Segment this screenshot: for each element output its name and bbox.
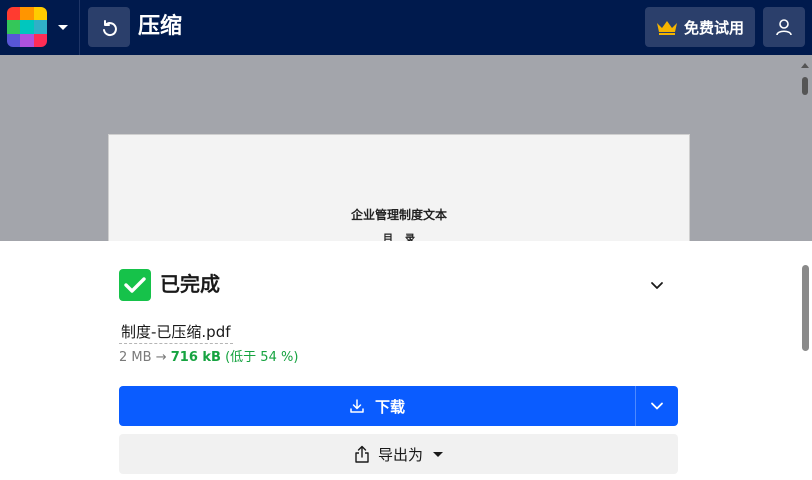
- result-panel: 已完成 制度-已压缩.pdf 2 MB → 716 kB (低于 54 %) 下…: [0, 241, 812, 480]
- download-button-group: 下载: [119, 386, 678, 426]
- topbar-divider: [79, 0, 80, 55]
- user-icon: [776, 19, 792, 36]
- compressed-size: 716 kB: [170, 350, 221, 365]
- panel-scrollbar-thumb[interactable]: [802, 265, 809, 351]
- user-account-button[interactable]: [763, 7, 805, 47]
- size-summary: 2 MB → 716 kB (低于 54 %): [119, 348, 298, 368]
- scroll-up-arrow-icon[interactable]: [801, 63, 809, 68]
- chevron-down-icon: [651, 402, 663, 410]
- arrow-text: →: [155, 350, 167, 365]
- file-name[interactable]: 制度-已压缩.pdf: [119, 321, 233, 344]
- app-logo[interactable]: [7, 7, 47, 47]
- document-preview: 企业管理制度文本 目录: [0, 55, 812, 241]
- status-text: 已完成: [160, 272, 220, 296]
- free-trial-button[interactable]: 免费试用: [645, 7, 755, 47]
- share-export-icon: [355, 445, 369, 463]
- export-as-label: 导出为: [377, 445, 423, 464]
- download-label: 下载: [374, 397, 405, 416]
- document-title: 企业管理制度文本: [350, 208, 447, 222]
- check-icon: [119, 269, 151, 301]
- reduction-percent: (低于 54 %): [225, 350, 299, 365]
- top-bar: 压缩 免费试用: [0, 0, 812, 55]
- document-subtitle: 目录: [383, 234, 427, 241]
- app-menu-caret-icon[interactable]: [58, 25, 68, 30]
- crown-icon: [656, 21, 677, 35]
- undo-icon: [103, 20, 117, 37]
- original-size: 2 MB: [119, 350, 152, 365]
- caret-down-icon: [433, 451, 443, 457]
- chevron-down-icon[interactable]: [648, 277, 666, 295]
- preview-scrollbar-thumb[interactable]: [802, 77, 808, 95]
- free-trial-label: 免费试用: [683, 18, 744, 37]
- page-title: 压缩: [138, 14, 183, 39]
- download-options-button[interactable]: [636, 386, 678, 426]
- document-page: 企业管理制度文本 目录: [108, 134, 690, 241]
- download-button[interactable]: 下载: [119, 386, 635, 426]
- export-as-button[interactable]: 导出为: [119, 434, 678, 474]
- undo-button[interactable]: [88, 7, 130, 47]
- download-icon: [350, 399, 364, 413]
